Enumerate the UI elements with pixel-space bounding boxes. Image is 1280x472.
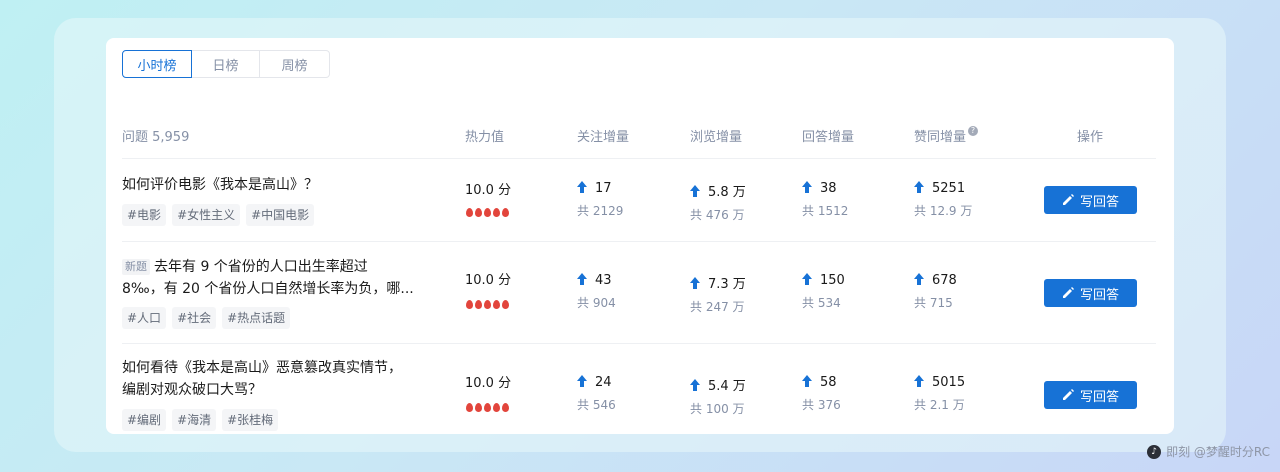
write-answer-button[interactable]: 写回答 [1044,186,1137,214]
follow-stat: 17 共 2129 [577,181,624,218]
question-title[interactable]: 新题 去年有 9 个省份的人口出生率超过 8‰，有 20 个省份人口自然增长率为负… [122,256,422,300]
arrow-up-icon [690,277,700,289]
flame-icon [493,403,500,412]
topic-tag[interactable]: #女性主义 [172,204,241,226]
tag-list: #人口 #社会 #热点话题 [122,307,291,329]
topic-tag[interactable]: #张桂梅 [222,409,279,431]
flame-icon [493,208,500,217]
write-answer-button[interactable]: 写回答 [1044,279,1137,307]
ranking-card: 小时榜 日榜 周榜 问题 5,959 热力值 关注增量 浏览增量 回答增量 赞同… [106,38,1174,434]
watermark: ♪ 即刻 @梦醒时分RC [1147,443,1270,460]
arrow-up-icon [914,181,924,193]
help-icon[interactable]: ? [968,126,979,136]
view-stat: 5.8 万 共 476 万 [690,185,746,222]
topic-tag[interactable]: #热点话题 [222,307,291,329]
topic-tag[interactable]: #人口 [122,307,167,329]
arrow-up-icon [577,375,587,387]
view-stat: 7.3 万 共 247 万 [690,277,746,314]
tag-list: #编剧 #海清 #张桂梅 [122,409,279,431]
question-title[interactable]: 如何评价电影《我本是高山》？ [122,174,422,196]
pencil-icon [1062,287,1074,298]
upvote-stat: 5251 共 12.9 万 [914,181,973,218]
new-badge: 新题 [122,259,150,275]
flame-icon [475,403,482,412]
tab-weekly[interactable]: 周榜 [260,50,330,78]
flame-icon [484,208,491,217]
divider [122,241,1156,242]
flame-icon [484,403,491,412]
jike-logo-icon: ♪ [1147,444,1162,459]
col-heat: 热力值 [465,130,505,145]
flame-icon [475,208,482,217]
flame-icon [466,403,473,412]
heat-score: 10.0 分 [465,183,512,198]
follow-stat: 24 共 546 [577,375,616,412]
arrow-up-icon [577,181,587,193]
topic-tag[interactable]: #海清 [172,409,217,431]
tag-list: #电影 #女性主义 #中国电影 [122,204,315,226]
flame-icon [502,208,509,217]
flame-icon [484,300,491,309]
heat-flames [466,208,509,217]
heat-score: 10.0 分 [465,273,512,288]
flame-icon [466,300,473,309]
arrow-up-icon [802,181,812,193]
flame-icon [475,300,482,309]
heat-score: 10.0 分 [465,376,512,391]
tab-hourly[interactable]: 小时榜 [122,50,192,78]
col-action: 操作 [1077,130,1104,145]
tab-daily[interactable]: 日榜 [192,50,260,78]
flame-icon [493,300,500,309]
table-header: 问题 5,959 热力值 关注增量 浏览增量 回答增量 赞同增量? 操作 [106,126,1174,146]
question-title[interactable]: 如何看待《我本是高山》恶意篡改真实情节， 编剧对观众破口大骂？ [122,357,422,401]
topic-tag[interactable]: #编剧 [122,409,167,431]
topic-tag[interactable]: #中国电影 [246,204,315,226]
flame-icon [502,300,509,309]
ranking-tabs: 小时榜 日榜 周榜 [122,50,330,78]
arrow-up-icon [914,375,924,387]
col-answer: 回答增量 [802,130,855,145]
answer-stat: 150 共 534 [802,273,845,310]
arrow-up-icon [690,379,700,391]
upvote-stat: 678 共 715 [914,273,957,310]
col-follow: 关注增量 [577,130,630,145]
flame-icon [502,403,509,412]
pencil-icon [1062,194,1074,205]
view-stat: 5.4 万 共 100 万 [690,379,746,416]
col-question: 问题 5,959 [122,130,190,145]
answer-stat: 58 共 376 [802,375,841,412]
arrow-up-icon [577,273,587,285]
follow-stat: 43 共 904 [577,273,616,310]
topic-tag[interactable]: #社会 [172,307,217,329]
write-answer-button[interactable]: 写回答 [1044,381,1137,409]
upvote-stat: 5015 共 2.1 万 [914,375,966,412]
divider [122,343,1156,344]
arrow-up-icon [802,375,812,387]
heat-flames [466,403,509,412]
heat-flames [466,300,509,309]
divider [122,158,1156,159]
answer-stat: 38 共 1512 [802,181,849,218]
arrow-up-icon [690,185,700,197]
col-upvote: 赞同增量? [914,126,979,145]
topic-tag[interactable]: #电影 [122,204,167,226]
arrow-up-icon [802,273,812,285]
pencil-icon [1062,389,1074,400]
flame-icon [466,208,473,217]
arrow-up-icon [914,273,924,285]
col-view: 浏览增量 [690,130,743,145]
